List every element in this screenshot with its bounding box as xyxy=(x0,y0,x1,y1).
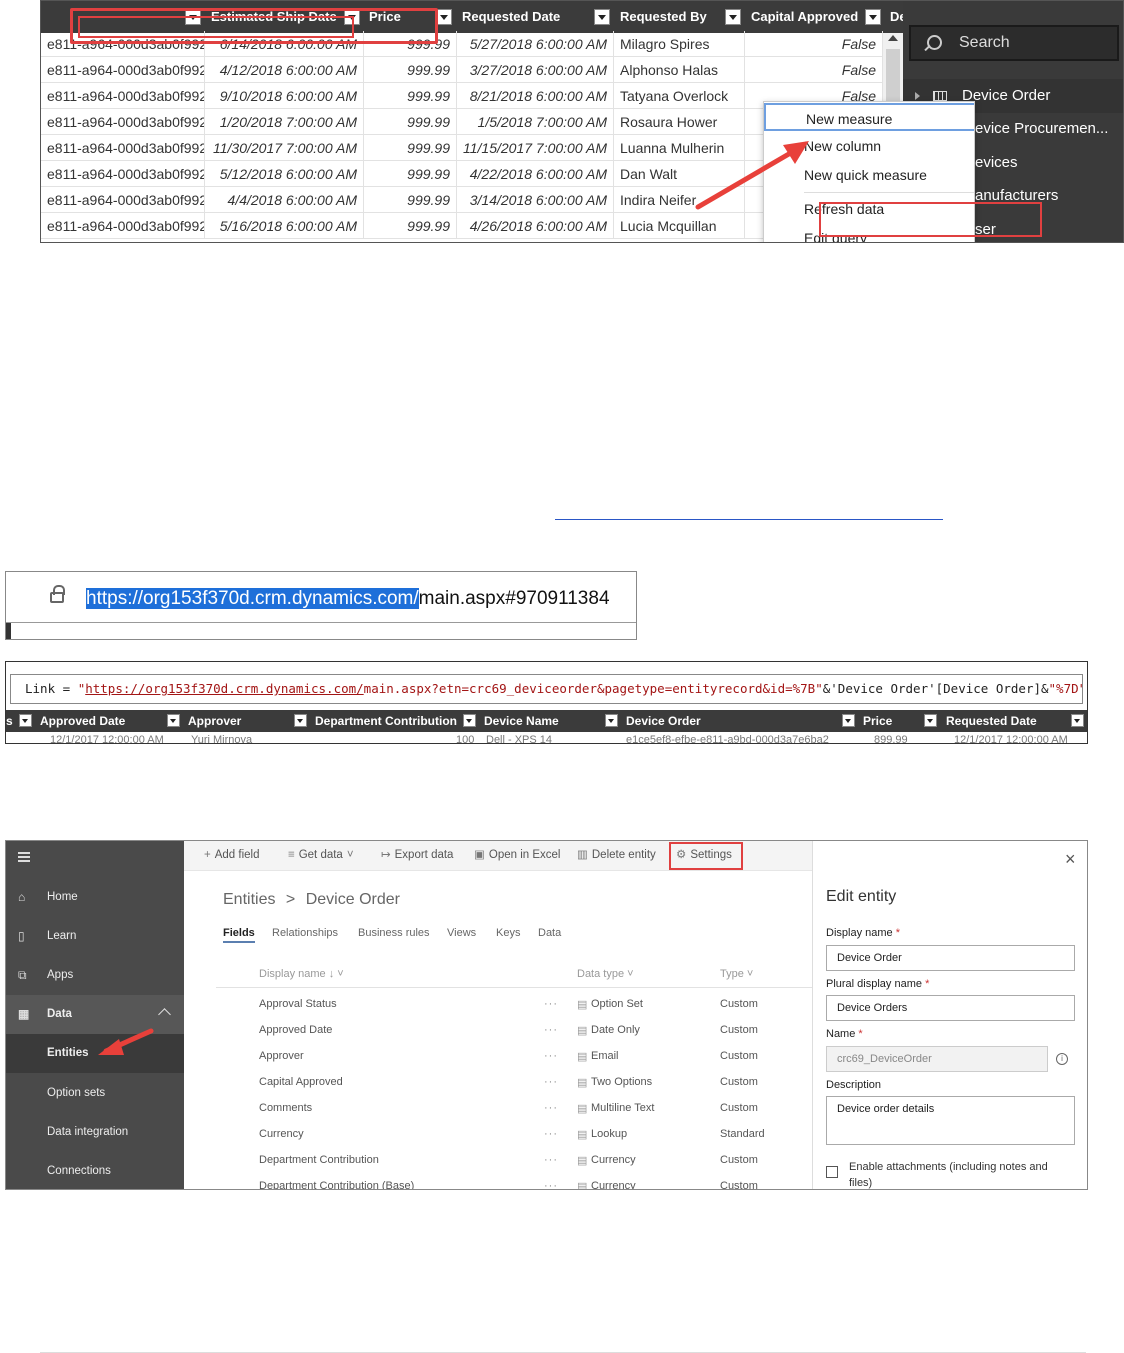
lock-icon xyxy=(50,585,65,603)
cell: Dell - XPS 14 xyxy=(486,734,553,744)
formula-measure-name: Link = xyxy=(25,681,78,696)
divider xyxy=(6,622,636,623)
browser-address-bar: https://org153f370d.crm.dynamics.com/mai… xyxy=(5,571,637,640)
column-dropdown-icon[interactable] xyxy=(167,714,180,727)
divider xyxy=(6,623,11,639)
address-url[interactable]: https://org153f370d.crm.dynamics.com/mai… xyxy=(86,588,610,610)
formula-bar[interactable]: Link = "https://org153f370d.crm.dynamics… xyxy=(10,674,1083,704)
column-header[interactable]: Device Order xyxy=(626,710,701,732)
column-header[interactable]: Device Name xyxy=(484,710,559,732)
column-header[interactable]: s xyxy=(6,710,13,732)
table-row: 12/1/2017 12:00:00 AM Yuri Mirnova 100 D… xyxy=(6,732,1087,744)
cell: Yuri Mirnova xyxy=(191,734,253,744)
column-header[interactable]: Approver xyxy=(188,710,241,732)
cell: 12/1/2017 12:00:00 AM xyxy=(954,734,1068,744)
column-dropdown-icon[interactable] xyxy=(924,714,937,727)
formula-string-end: "%7D" xyxy=(1048,681,1083,696)
column-header[interactable]: Department Contribution xyxy=(315,710,457,732)
column-dropdown-icon[interactable] xyxy=(842,714,855,727)
column-dropdown-icon[interactable] xyxy=(19,714,32,727)
column-header[interactable]: Requested Date xyxy=(946,710,1037,732)
cell: 12/1/2017 12:00:00 AM xyxy=(50,734,164,744)
column-dropdown-icon[interactable] xyxy=(294,714,307,727)
highlight-box xyxy=(78,16,354,38)
column-header[interactable]: Price xyxy=(863,710,892,732)
hyperlink-underline[interactable] xyxy=(555,519,943,520)
arrow-shaft xyxy=(695,148,797,210)
dax-formula-view: Link = "https://org153f370d.crm.dynamics… xyxy=(5,661,1088,744)
column-header[interactable]: Approved Date xyxy=(40,710,125,732)
column-dropdown-icon[interactable] xyxy=(463,714,476,727)
powerapps-entity-page: ⌂ Home ▯ Learn ⧉ Apps ▦ Data Entities Option… xyxy=(5,840,1088,1190)
arrow-head xyxy=(98,1039,124,1055)
column-dropdown-icon[interactable] xyxy=(1071,714,1084,727)
column-dropdown-icon[interactable] xyxy=(605,714,618,727)
cell: 899.99 xyxy=(874,734,908,744)
annotation-arrow xyxy=(98,1028,154,1055)
cell: 100 xyxy=(456,734,475,744)
cell: e1ce5ef8-efbe-e811-a9bd-000d3a7e6ba2 xyxy=(626,734,829,744)
url-selected-part: https://org153f370d.crm.dynamics.com/ xyxy=(86,588,419,609)
highlight-box xyxy=(819,202,1042,237)
formula-column-ref: &'Device Order'[Device Order]& xyxy=(822,681,1049,696)
formula-url: https://org153f370d.crm.dynamics.com/ xyxy=(85,681,364,696)
url-remaining-part: main.aspx#970911384 xyxy=(418,588,610,609)
formula-string: main.aspx?etn=crc69_deviceorder&pagetype… xyxy=(363,681,823,696)
grid-header: s Approved Date Approver Department Cont… xyxy=(6,710,1087,732)
